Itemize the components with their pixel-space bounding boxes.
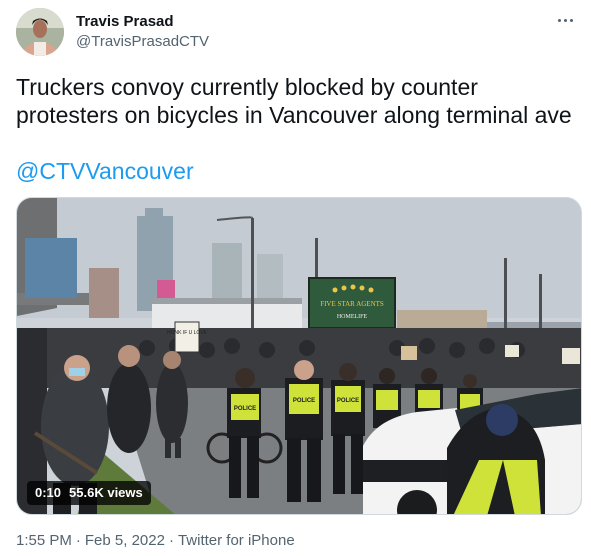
video-stats-badge: 0:10 55.6K views xyxy=(27,481,151,505)
billboard-line2: HOMELIFE xyxy=(337,314,368,320)
tweet-date[interactable]: Feb 5, 2022 xyxy=(85,531,165,551)
tweet-source[interactable]: Twitter for iPhone xyxy=(178,531,295,551)
meta-separator: · xyxy=(75,532,81,549)
tweet-time[interactable]: 1:55 PM xyxy=(16,531,72,551)
officer-vest-label: POLICE xyxy=(234,406,256,412)
meta-separator: · xyxy=(168,532,174,549)
mention-link[interactable]: @CTVVancouver xyxy=(16,157,194,185)
avatar-photo xyxy=(16,8,64,56)
svg-text:POLICE: POLICE xyxy=(337,398,359,404)
author-display-name[interactable]: Travis Prasad xyxy=(76,12,174,32)
author-handle[interactable]: @TravisPrasadCTV xyxy=(76,32,209,52)
tweet-card: Travis Prasad @TravisPrasadCTV Truckers … xyxy=(0,0,591,556)
more-dots-icon[interactable] xyxy=(552,10,578,30)
video-elapsed-time: 0:10 xyxy=(35,485,62,500)
video-player[interactable]: FIVE STAR AGENTS HOMELIFE HONK IF U LOVE xyxy=(16,197,582,515)
avatar[interactable] xyxy=(16,8,64,56)
tweet-meta: 1:55 PM · Feb 5, 2022 · Twitter for iPho… xyxy=(16,531,295,551)
video-frame: FIVE STAR AGENTS HOMELIFE HONK IF U LOVE xyxy=(17,198,581,514)
billboard-line1: FIVE STAR AGENTS xyxy=(320,300,384,308)
svg-text:POLICE: POLICE xyxy=(293,398,315,404)
protest-sign-text: HONK IF U LOVE xyxy=(167,330,208,336)
tweet-text: Truckers convoy currently blocked by cou… xyxy=(16,74,572,128)
video-view-count: 55.6K views xyxy=(69,485,143,500)
